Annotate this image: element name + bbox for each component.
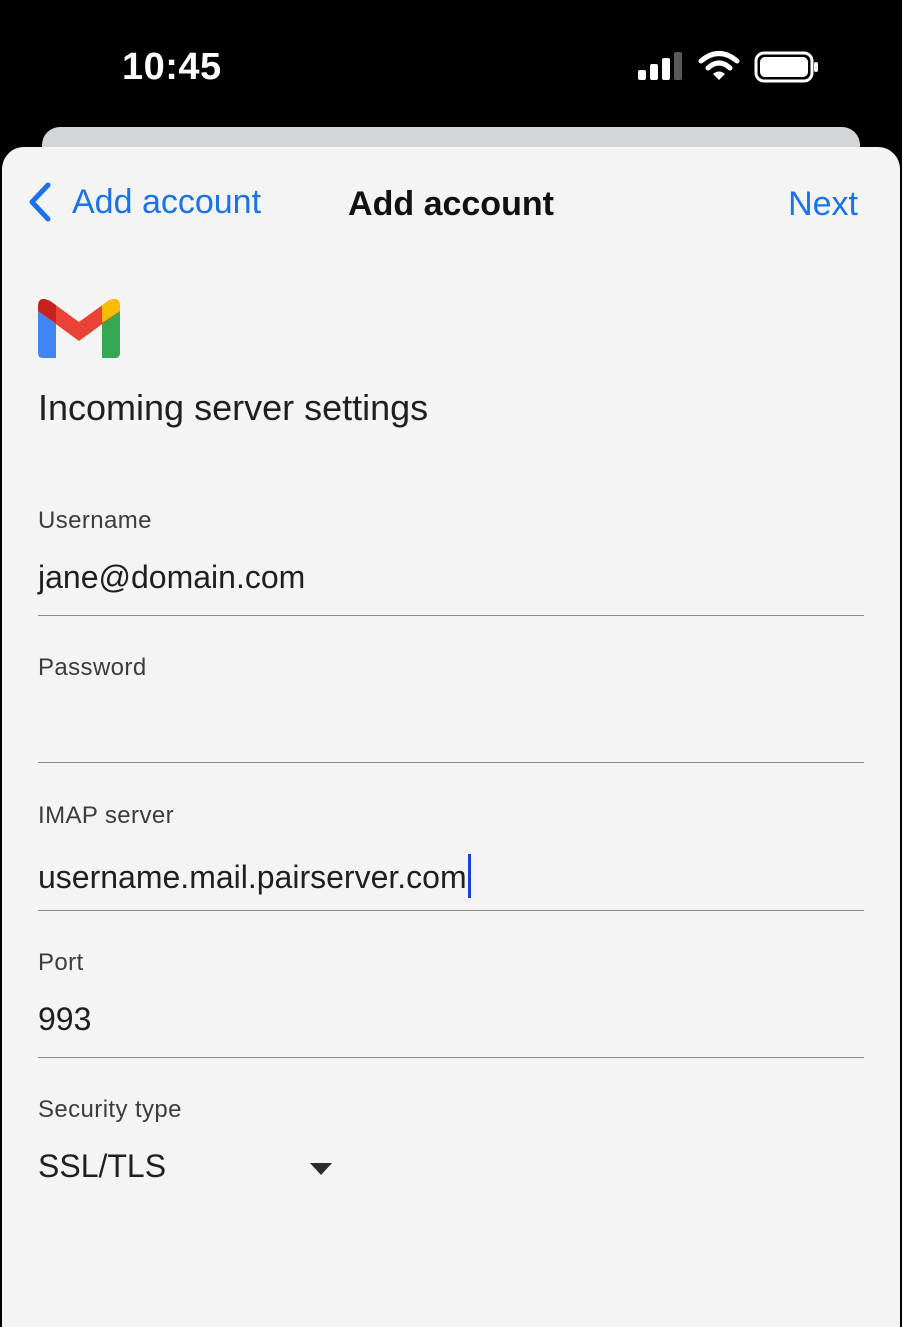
signal-icon (638, 52, 684, 87)
password-underline (38, 762, 864, 763)
section-title: Incoming server settings (38, 387, 429, 428)
password-label: Password (38, 654, 147, 681)
port-underline (38, 1057, 864, 1058)
dropdown-arrow-icon[interactable] (310, 1162, 332, 1180)
username-underline (38, 615, 864, 616)
wifi-icon (698, 50, 740, 87)
battery-icon (754, 51, 820, 88)
username-input[interactable]: jane@domain.com (38, 559, 305, 596)
add-account-sheet: Add account Add account Next Incoming se… (2, 147, 900, 1327)
port-label: Port (38, 949, 84, 976)
imap-server-input[interactable]: username.mail.pairserver.com (38, 859, 467, 895)
security-type-select[interactable]: SSL/TLS (38, 1148, 334, 1185)
imap-server-label: IMAP server (38, 802, 174, 829)
status-time: 10:45 (122, 46, 222, 88)
imap-server-underline (38, 910, 864, 911)
imap-server-input-wrap[interactable]: username.mail.pairserver.com (38, 854, 471, 898)
security-type-label: Security type (38, 1096, 182, 1123)
port-input[interactable]: 993 (38, 1001, 91, 1038)
security-type-value: SSL/TLS (38, 1148, 167, 1184)
navigation-bar: Add account Add account Next (2, 147, 900, 265)
next-button[interactable]: Next (788, 185, 858, 224)
username-label: Username (38, 507, 152, 534)
page-title: Add account (348, 185, 554, 223)
gmail-logo (38, 297, 120, 364)
text-cursor (467, 854, 471, 898)
status-bar: 10:45 (0, 0, 902, 128)
